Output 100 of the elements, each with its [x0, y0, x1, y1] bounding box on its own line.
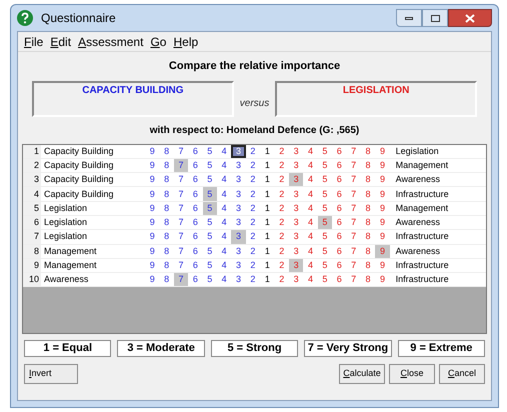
dialog-button[interactable]: Calculate [339, 364, 385, 384]
rating-cell[interactable]: 9 [145, 244, 160, 258]
rating-cell[interactable]: 2 [246, 158, 260, 172]
rating-cell[interactable]: 8 [360, 173, 376, 186]
rating-cell[interactable]: 7 [346, 158, 361, 172]
rating-cell[interactable]: 1 [260, 187, 275, 201]
rating-cell[interactable]: 7 [174, 230, 188, 244]
rating-cell[interactable]: 9 [145, 202, 160, 215]
rating-cell[interactable]: 2 [274, 144, 289, 158]
rating-cell[interactable]: 5 [202, 273, 217, 286]
rating-cell[interactable]: 3 [231, 144, 246, 158]
rating-cell[interactable]: 9 [375, 273, 390, 286]
rating-cell[interactable]: 6 [332, 258, 346, 272]
rating-cell[interactable]: 8 [159, 216, 174, 230]
rating-cell[interactable]: 4 [303, 216, 318, 230]
rating-cell[interactable]: 4 [216, 273, 232, 286]
rating-cell[interactable]: 4 [216, 173, 232, 186]
rating-cell[interactable]: 2 [274, 244, 289, 258]
rating-cell[interactable]: 8 [159, 202, 174, 215]
rating-cell[interactable]: 5 [318, 244, 332, 258]
rating-cell[interactable]: 6 [332, 187, 346, 201]
menu-item[interactable]: Edit [50, 32, 72, 50]
rating-cell[interactable]: 7 [346, 230, 361, 244]
rating-cell[interactable]: 6 [188, 216, 203, 230]
rating-cell[interactable]: 4 [216, 187, 232, 201]
rating-cell[interactable]: 7 [346, 144, 361, 158]
rating-cell[interactable]: 4 [303, 158, 318, 172]
rating-cell[interactable]: 8 [360, 244, 376, 258]
rating-cell[interactable]: 6 [188, 144, 203, 158]
rating-cell[interactable]: 8 [360, 216, 376, 230]
rating-cell[interactable]: 7 [346, 187, 361, 201]
rating-cell[interactable]: 9 [145, 173, 160, 186]
dialog-button[interactable]: Close [389, 364, 435, 384]
rating-cell[interactable]: 4 [303, 244, 318, 258]
rating-cell[interactable]: 9 [375, 173, 390, 186]
rating-cell[interactable]: 4 [216, 158, 232, 172]
rating-cell[interactable]: 7 [346, 258, 361, 272]
rating-cell[interactable]: 7 [174, 158, 188, 172]
rating-cell[interactable]: 9 [145, 216, 160, 230]
rating-cell[interactable]: 9 [145, 230, 160, 244]
rating-cell[interactable]: 4 [216, 230, 232, 244]
rating-cell[interactable]: 5 [202, 158, 217, 172]
rating-cell[interactable]: 7 [346, 202, 361, 215]
rating-cell[interactable]: 2 [274, 230, 289, 244]
rating-cell[interactable]: 3 [288, 144, 304, 158]
rating-cell[interactable]: 3 [231, 273, 246, 286]
rating-cell[interactable]: 6 [188, 258, 203, 272]
rating-cell[interactable]: 3 [231, 173, 246, 186]
menu-item[interactable]: Assessment [78, 32, 144, 50]
rating-cell[interactable]: 2 [274, 258, 289, 272]
rating-cell[interactable]: 7 [174, 202, 188, 215]
rating-cell[interactable]: 4 [216, 144, 232, 158]
rating-cell[interactable]: 4 [216, 244, 232, 258]
rating-cell[interactable]: 6 [332, 244, 346, 258]
rating-cell[interactable]: 9 [375, 144, 390, 158]
rating-cell[interactable]: 8 [360, 230, 376, 244]
rating-cell[interactable]: 8 [159, 244, 174, 258]
rating-cell[interactable]: 5 [202, 144, 217, 158]
rating-cell[interactable]: 3 [231, 244, 246, 258]
rating-cell[interactable]: 8 [360, 144, 376, 158]
rating-cell[interactable]: 6 [188, 244, 203, 258]
rating-cell[interactable]: 8 [159, 258, 174, 272]
rating-cell[interactable]: 4 [216, 216, 232, 230]
rating-cell[interactable]: 6 [332, 273, 346, 286]
rating-cell[interactable]: 6 [188, 158, 203, 172]
rating-cell[interactable]: 2 [246, 273, 260, 286]
rating-cell[interactable]: 7 [346, 216, 361, 230]
rating-cell[interactable]: 6 [332, 230, 346, 244]
rating-cell[interactable]: 8 [360, 258, 376, 272]
minimize-button[interactable] [396, 9, 422, 27]
rating-cell[interactable]: 6 [332, 158, 346, 172]
rating-cell[interactable]: 6 [332, 173, 346, 186]
rating-cell[interactable]: 2 [274, 273, 289, 286]
rating-cell[interactable]: 3 [231, 158, 246, 172]
rating-cell[interactable]: 7 [174, 258, 188, 272]
rating-cell[interactable]: 7 [346, 244, 361, 258]
rating-cell[interactable]: 4 [303, 187, 318, 201]
rating-cell[interactable]: 5 [202, 187, 217, 201]
rating-cell[interactable]: 3 [231, 202, 246, 215]
rating-cell[interactable]: 6 [188, 230, 203, 244]
rating-cell[interactable]: 4 [303, 230, 318, 244]
rating-cell[interactable]: 3 [288, 273, 304, 286]
rating-cell[interactable]: 5 [318, 230, 332, 244]
rating-cell[interactable]: 7 [174, 216, 188, 230]
rating-cell[interactable]: 6 [188, 202, 203, 215]
rating-cell[interactable]: 6 [188, 187, 203, 201]
rating-cell[interactable]: 6 [332, 202, 346, 215]
rating-cell[interactable]: 8 [360, 158, 376, 172]
rating-cell[interactable]: 8 [360, 187, 376, 201]
rating-cell[interactable]: 1 [260, 258, 275, 272]
close-button[interactable] [448, 9, 492, 27]
rating-cell[interactable]: 2 [274, 216, 289, 230]
rating-cell[interactable]: 2 [274, 173, 289, 186]
rating-cell[interactable]: 7 [174, 187, 188, 201]
rating-cell[interactable]: 9 [375, 187, 390, 201]
invert-button[interactable]: Invert [24, 364, 78, 384]
rating-cell[interactable]: 1 [260, 244, 275, 258]
rating-cell[interactable]: 4 [216, 258, 232, 272]
rating-cell[interactable]: 5 [318, 273, 332, 286]
rating-cell[interactable]: 5 [318, 202, 332, 215]
